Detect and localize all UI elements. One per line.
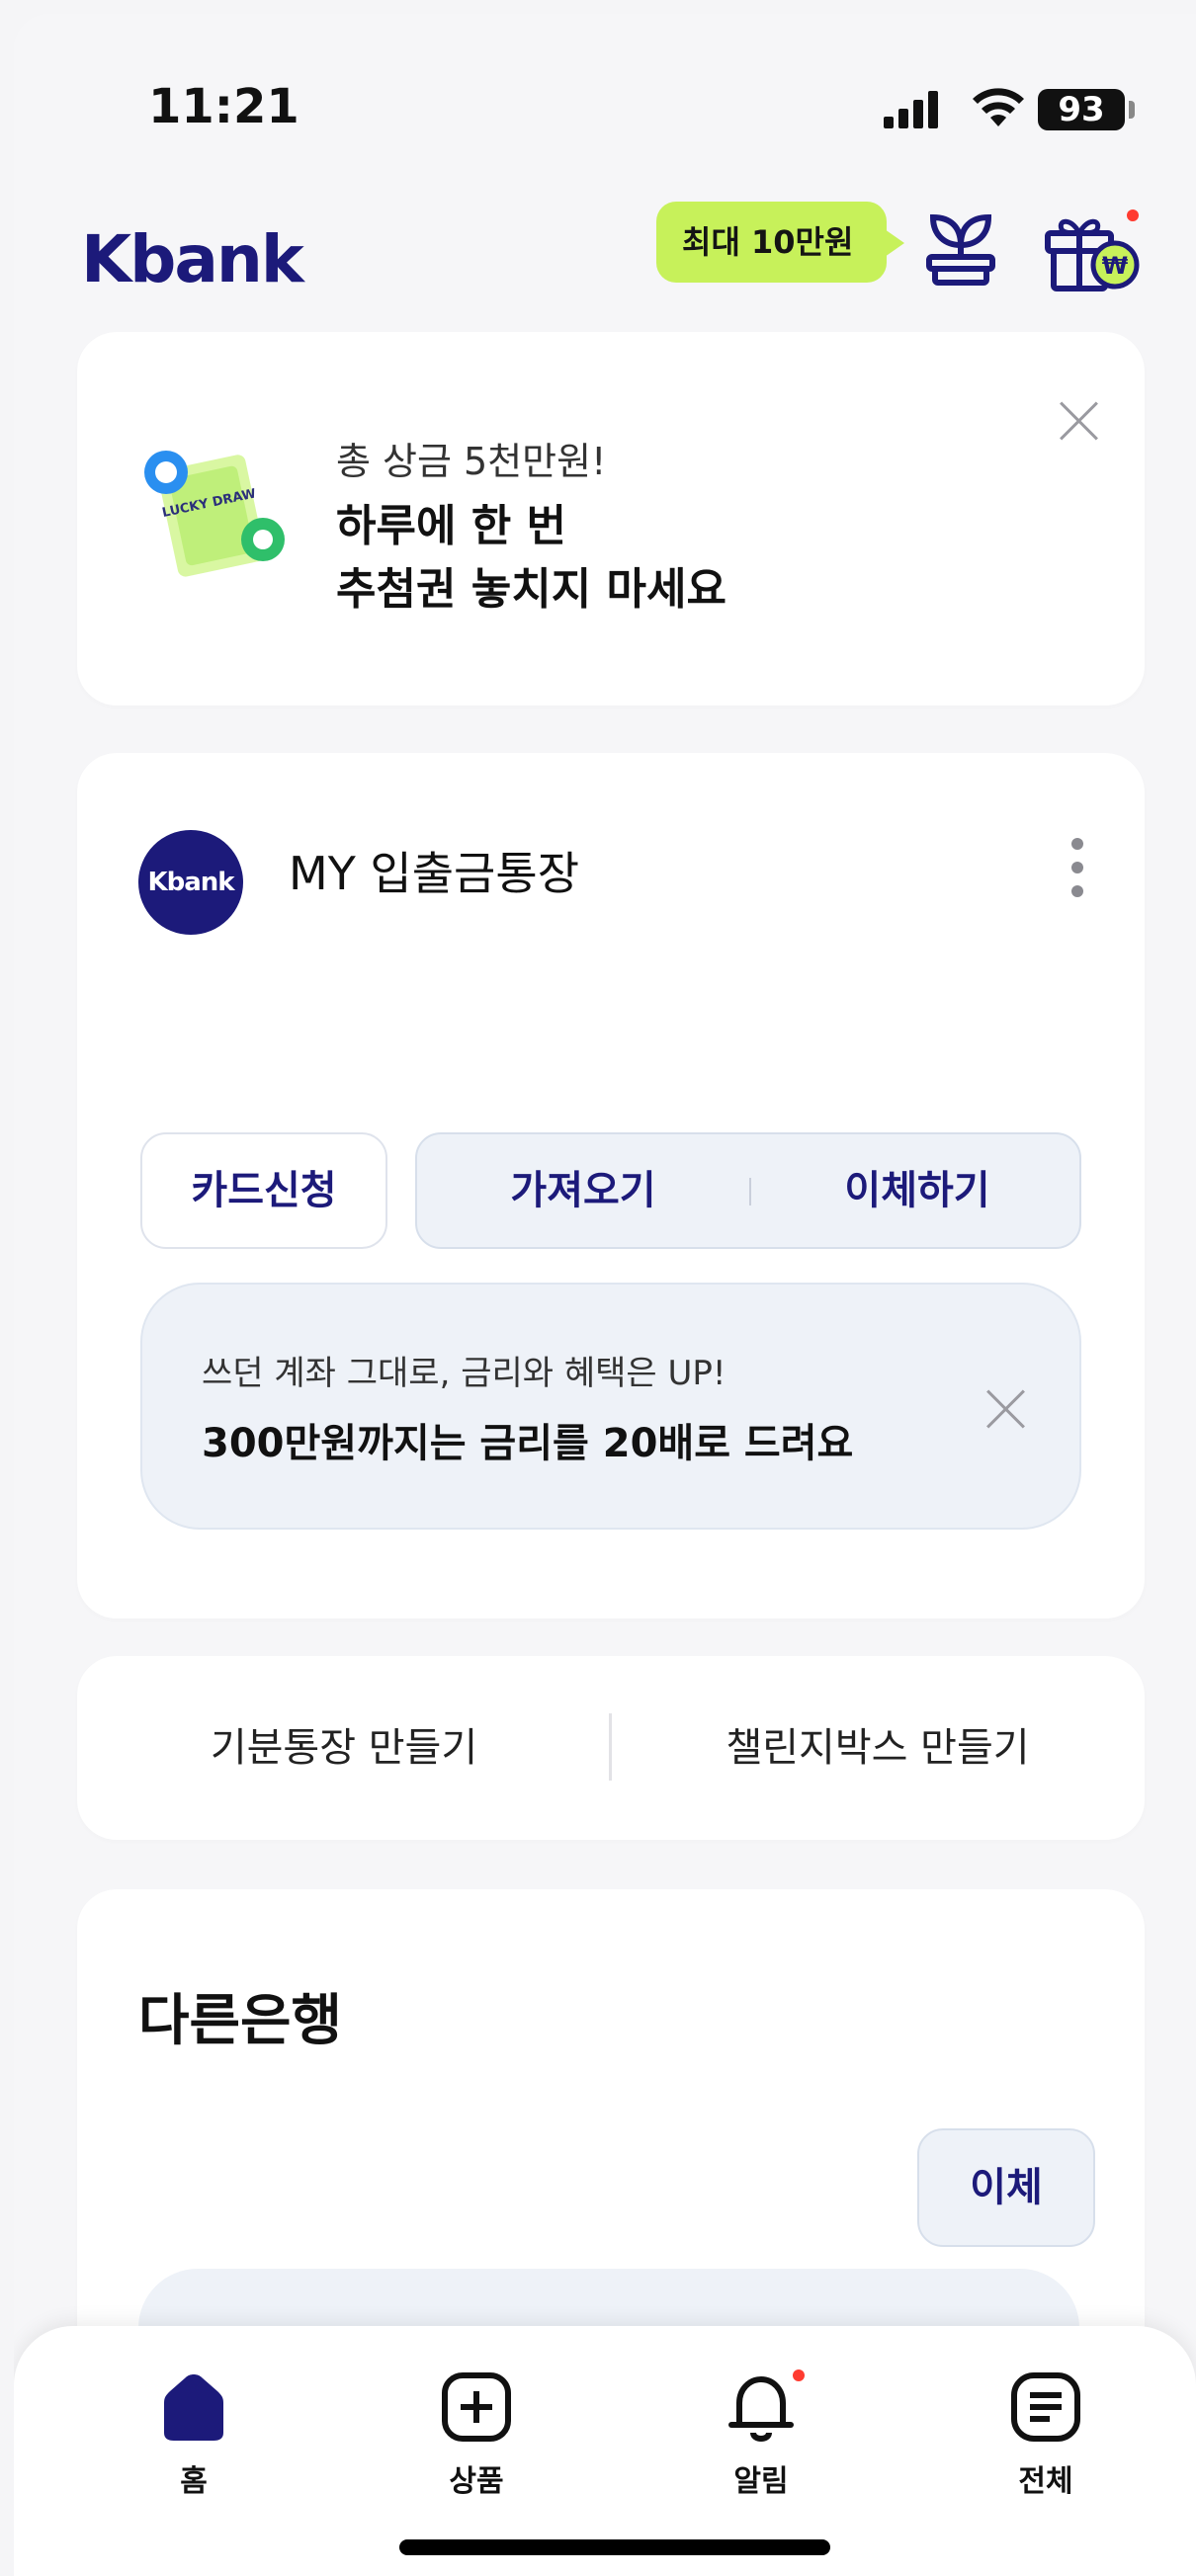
tab-all[interactable]: 전체 [967, 2369, 1125, 2500]
notice-title: 300만원까지는 금리를 20배로 드려요 [202, 1421, 854, 1466]
signal-icon [884, 91, 938, 128]
battery-icon: 93 [1038, 89, 1125, 130]
tab-products[interactable]: 상품 [397, 2369, 555, 2500]
banner-title-line2: 추첨권 놓치지 마세요 [336, 564, 726, 615]
tab-alerts-label: 알림 [733, 2464, 789, 2499]
more-options-icon[interactable] [1071, 838, 1083, 909]
fetch-transfer-group: 가져오기 이체하기 [415, 1132, 1081, 1249]
sprout-icon[interactable] [921, 208, 1000, 287]
status-bar: 11:21 93 [14, 14, 1196, 182]
bank-logo-badge: Kbank [138, 830, 243, 935]
tab-all-label: 전체 [1018, 2464, 1073, 2499]
kbank-logo[interactable]: Kbank [81, 221, 304, 297]
bell-icon [728, 2376, 794, 2442]
battery-tip [1129, 101, 1135, 119]
fetch-button[interactable]: 가져오기 [417, 1134, 749, 1247]
gift-won-icon[interactable]: ₩ [1042, 211, 1141, 292]
wifi-icon [973, 88, 1024, 126]
menu-list-icon [1011, 2372, 1080, 2442]
banner-subtitle: 총 상금 5천만원! [336, 440, 607, 483]
svg-text:₩: ₩ [1102, 252, 1129, 280]
home-indicator[interactable] [399, 2539, 830, 2555]
tab-alerts[interactable]: 알림 [682, 2369, 840, 2500]
rate-boost-notice[interactable]: 쓰던 계좌 그대로, 금리와 혜택은 UP! 300만원까지는 금리를 20배로… [140, 1283, 1081, 1530]
quick-actions-card: 기분통장 만들기 챌린지박스 만들기 [77, 1656, 1145, 1840]
lucky-draw-banner[interactable]: LUCKY DRAW 총 상금 5천만원! 하루에 한 번 추첨권 놓치지 마세… [77, 332, 1145, 706]
tab-home[interactable]: 홈 [115, 2369, 273, 2500]
banner-close-icon[interactable] [1058, 399, 1101, 443]
gift-notification-dot [1127, 209, 1139, 221]
app-screen: 11:21 93 Kbank 최대 10만원 ₩ LUCKY DRAW 총 상금… [14, 14, 1196, 2576]
notice-subtitle: 쓰던 계좌 그대로, 금리와 혜택은 UP! [202, 1354, 726, 1393]
card-apply-button[interactable]: 카드신청 [140, 1132, 387, 1249]
lucky-draw-illustration: LUCKY DRAW [144, 451, 285, 577]
tab-home-label: 홈 [180, 2464, 208, 2499]
mood-account-button[interactable]: 기분통장 만들기 [77, 1656, 611, 1840]
other-bank-transfer-button[interactable]: 이체 [917, 2128, 1095, 2247]
status-time: 11:21 [148, 79, 299, 134]
other-bank-account-row[interactable] [138, 2109, 672, 2237]
plus-square-icon [442, 2372, 511, 2442]
account-card: Kbank MY 입출금통장 카드신청 가져오기 이체하기 쓰던 계좌 그대로,… [77, 753, 1145, 1619]
banner-title-line1: 하루에 한 번 [336, 501, 567, 551]
other-bank-title: 다른은행 [138, 1989, 343, 2053]
account-name[interactable]: MY 입출금통장 [289, 838, 579, 903]
tab-products-label: 상품 [449, 2464, 504, 2499]
challenge-box-button[interactable]: 챌린지박스 만들기 [611, 1656, 1145, 1840]
notice-close-icon[interactable] [984, 1387, 1028, 1431]
transfer-button[interactable]: 이체하기 [751, 1134, 1083, 1247]
home-icon [164, 2374, 223, 2441]
alerts-notification-dot [793, 2369, 805, 2381]
promo-badge[interactable]: 최대 10만원 [656, 202, 905, 283]
